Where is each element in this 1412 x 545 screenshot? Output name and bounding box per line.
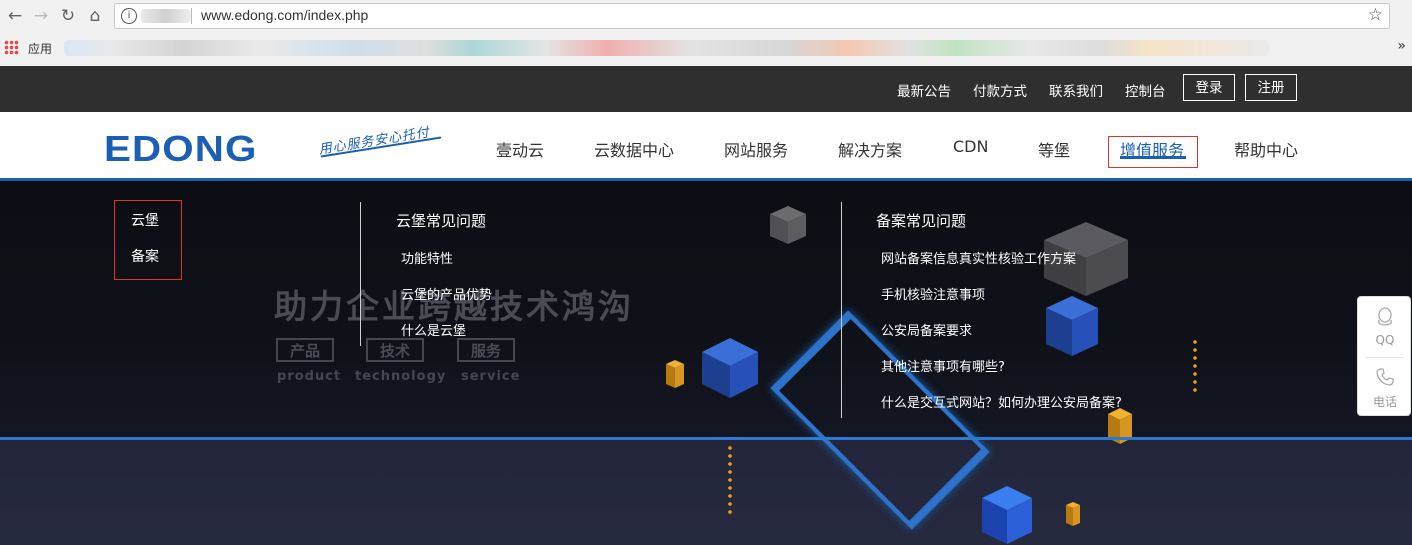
- beian-link-interactive-site[interactable]: 什么是交互式网站？如何办理公安局备案?: [881, 392, 1122, 411]
- login-button[interactable]: 登录: [1183, 74, 1235, 101]
- address-divider: [191, 8, 192, 24]
- blue-cube-graphic: [702, 338, 758, 398]
- dotted-connector-graphic-right: [1193, 338, 1197, 394]
- dropdown-bottom-border: [0, 437, 1412, 440]
- blurred-site-label: [141, 9, 191, 23]
- blue-cube-graphic-right: [1046, 296, 1098, 356]
- contact-us-link[interactable]: 联系我们: [1049, 80, 1103, 100]
- address-bar[interactable]: i www.edong.com/index.php ☆: [114, 3, 1390, 29]
- nav-item-website-services[interactable]: 网站服务: [724, 137, 788, 161]
- gray-cube-graphic: [770, 206, 806, 244]
- edong-logo[interactable]: EDONG: [104, 128, 257, 170]
- hero-lower-background: [0, 440, 1412, 545]
- register-button[interactable]: 注册: [1245, 74, 1297, 101]
- hero-tag-product: 产品: [276, 338, 334, 362]
- dropdown-side-item-beian[interactable]: 备案: [131, 246, 159, 266]
- payment-methods-link[interactable]: 付款方式: [973, 80, 1027, 100]
- nav-item-help-center[interactable]: 帮助中心: [1234, 137, 1298, 161]
- beian-link-police-requirements[interactable]: 公安局备案要求: [881, 320, 972, 339]
- reload-icon[interactable]: ↻: [57, 5, 79, 27]
- back-arrow-icon[interactable]: ←: [4, 5, 26, 27]
- yunbao-faq-heading[interactable]: 云堡常见问题: [396, 210, 486, 231]
- blue-cube-graphic-bottom: [982, 486, 1032, 544]
- hero-tag-technology: 技术: [366, 338, 424, 362]
- hero-subtag-product: product: [277, 369, 342, 384]
- nav-item-cdn[interactable]: CDN: [953, 137, 988, 156]
- bookmark-star-icon[interactable]: ☆: [1368, 5, 1383, 25]
- orange-block-graphic: [666, 360, 684, 388]
- apps-grid-icon[interactable]: [4, 40, 19, 55]
- bookmarks-more-icon[interactable]: »: [1397, 38, 1406, 54]
- browser-chrome: ← → ↻ ⌂ i www.edong.com/index.php ☆ 应用 »: [0, 0, 1412, 66]
- bookmarks-bar: 应用 »: [0, 34, 1412, 62]
- url-text[interactable]: www.edong.com/index.php: [201, 7, 368, 23]
- dropdown-divider-2: [841, 202, 842, 418]
- yunbao-link-what-is[interactable]: 什么是云堡: [401, 320, 466, 339]
- announcements-link[interactable]: 最新公告: [897, 80, 951, 100]
- phone-icon[interactable]: [1375, 367, 1395, 387]
- dotted-connector-graphic: [728, 444, 732, 518]
- hero-subtag-service: service: [461, 369, 521, 384]
- site-top-bar: 最新公告 付款方式 联系我们 控制台 登录 注册: [0, 66, 1412, 112]
- qq-icon[interactable]: [1375, 307, 1395, 327]
- main-navigation: EDONG 用心服务安心托付 壹动云 云数据中心 网站服务 解决方案 CDN 等…: [0, 112, 1412, 180]
- hero-tag-service: 服务: [457, 338, 515, 362]
- hero-subtag-technology: technology: [355, 369, 447, 384]
- home-icon[interactable]: ⌂: [84, 5, 106, 27]
- beian-link-phone-verification[interactable]: 手机核验注意事项: [881, 284, 985, 303]
- phone-label[interactable]: 电话: [1358, 393, 1412, 410]
- beian-faq-heading[interactable]: 备案常见问题: [876, 210, 966, 231]
- nav-item-dengbao[interactable]: 等堡: [1038, 137, 1070, 161]
- apps-label[interactable]: 应用: [28, 40, 52, 57]
- widget-separator: [1366, 357, 1404, 358]
- active-nav-underline: [1120, 156, 1186, 159]
- forward-arrow-icon[interactable]: →: [30, 5, 52, 27]
- beian-link-verification-plan[interactable]: 网站备案信息真实性核验工作方案: [881, 248, 1076, 267]
- site-info-icon[interactable]: i: [121, 8, 137, 24]
- slogan-text: 用心服务安心托付: [317, 125, 431, 158]
- nav-item-yidongyun[interactable]: 壹动云: [496, 137, 544, 161]
- qq-label[interactable]: QQ: [1358, 333, 1412, 347]
- yunbao-link-advantages[interactable]: 云堡的产品优势: [401, 284, 492, 303]
- dropdown-side-item-yunbao[interactable]: 云堡: [131, 210, 159, 230]
- blurred-bookmarks: [64, 40, 1270, 56]
- dropdown-divider-1: [360, 202, 361, 346]
- yunbao-link-features[interactable]: 功能特性: [401, 248, 453, 267]
- nav-item-solutions[interactable]: 解决方案: [838, 137, 902, 161]
- orange-block-graphic-right: [1108, 408, 1132, 444]
- console-link[interactable]: 控制台: [1125, 80, 1166, 100]
- nav-item-cloud-datacenter[interactable]: 云数据中心: [594, 137, 674, 161]
- floating-contact-widget: QQ 电话: [1357, 296, 1411, 416]
- beian-link-other-notes[interactable]: 其他注意事项有哪些?: [881, 356, 1005, 375]
- orange-block-graphic-bottom: [1066, 502, 1080, 526]
